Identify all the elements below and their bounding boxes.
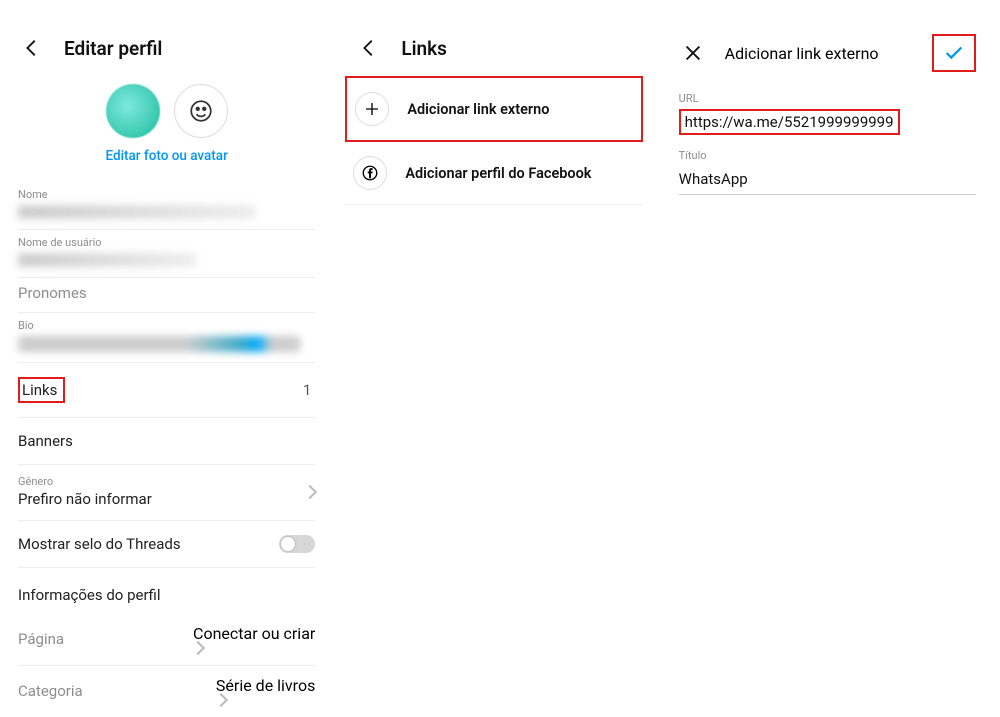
- row-label: Página: [18, 630, 64, 648]
- links-label-highlighted: Links: [18, 377, 65, 403]
- page-title: Links: [401, 37, 447, 60]
- confirm-check-icon[interactable]: [940, 39, 968, 67]
- profile-info-section-header: Informações do perfil: [18, 568, 315, 614]
- close-icon[interactable]: [679, 39, 707, 67]
- chevron-right-icon: [303, 484, 317, 498]
- links-screen: Links Adicionar link externo Adicionar p…: [333, 0, 654, 652]
- username-field[interactable]: Nome de usuário: [18, 230, 315, 278]
- field-label: Título: [679, 149, 976, 162]
- name-field[interactable]: Nome: [18, 182, 315, 230]
- add-facebook-profile-item[interactable]: Adicionar perfil do Facebook: [345, 142, 642, 205]
- name-value-redacted: [18, 205, 256, 219]
- field-label: Gênero: [18, 475, 152, 488]
- avatar-option[interactable]: [174, 84, 228, 138]
- add-external-link-screen: Adicionar link externo URL https://wa.me…: [655, 0, 1000, 652]
- edit-photo-link[interactable]: Editar foto ou avatar: [18, 148, 315, 164]
- chevron-right-icon: [191, 641, 205, 655]
- add-external-link-item[interactable]: Adicionar link externo: [345, 76, 642, 142]
- url-field[interactable]: URL https://wa.me/5521999999999: [679, 92, 976, 135]
- username-value-redacted: [18, 253, 196, 267]
- item-label: Adicionar link externo: [407, 101, 549, 118]
- item-label: Adicionar perfil do Facebook: [405, 165, 591, 182]
- title-field[interactable]: Título WhatsApp: [679, 149, 976, 195]
- bio-field[interactable]: Bio: [18, 313, 315, 363]
- row-label: Categoria: [18, 682, 83, 700]
- field-label: Nome: [18, 188, 315, 201]
- row-value: Conectar ou criar: [193, 624, 315, 643]
- plus-icon: [355, 92, 389, 126]
- avatar-row: [18, 84, 315, 138]
- bio-value-redacted: [18, 336, 300, 352]
- edit-profile-screen: Editar perfil Editar foto ou avatar Nome…: [0, 0, 333, 652]
- facebook-icon: [353, 156, 387, 190]
- back-arrow-icon[interactable]: [18, 34, 46, 62]
- links-row[interactable]: Links 1: [18, 363, 315, 418]
- chevron-right-icon: [214, 693, 228, 707]
- url-input[interactable]: https://wa.me/5521999999999: [679, 109, 900, 135]
- row-value: Série de livros: [216, 676, 315, 695]
- banners-row[interactable]: Banners: [18, 418, 315, 465]
- back-arrow-icon[interactable]: [355, 34, 383, 62]
- row-label: Mostrar selo do Threads: [18, 535, 181, 553]
- page-title: Editar perfil: [64, 37, 162, 60]
- field-label: Pronomes: [18, 284, 315, 302]
- pronouns-field[interactable]: Pronomes: [18, 278, 315, 313]
- field-label: Bio: [18, 319, 315, 332]
- row-label: Banners: [18, 432, 73, 450]
- header: Editar perfil: [18, 30, 315, 76]
- confirm-highlight: [932, 34, 976, 72]
- field-value: Prefiro não informar: [18, 490, 152, 508]
- gender-row[interactable]: Gênero Prefiro não informar: [18, 465, 315, 521]
- field-label: URL: [679, 92, 976, 105]
- header: Links: [345, 30, 642, 76]
- page-title: Adicionar link externo: [725, 44, 879, 63]
- header: Adicionar link externo: [679, 30, 976, 92]
- page-row[interactable]: Página Conectar ou criar: [18, 614, 315, 666]
- profile-photo[interactable]: [106, 84, 160, 138]
- field-label: Nome de usuário: [18, 236, 315, 249]
- category-row[interactable]: Categoria Série de livros: [18, 666, 315, 717]
- title-input[interactable]: WhatsApp: [679, 166, 976, 195]
- threads-badge-row[interactable]: Mostrar selo do Threads: [18, 521, 315, 568]
- links-count: 1: [303, 381, 311, 399]
- threads-toggle[interactable]: [279, 535, 315, 553]
